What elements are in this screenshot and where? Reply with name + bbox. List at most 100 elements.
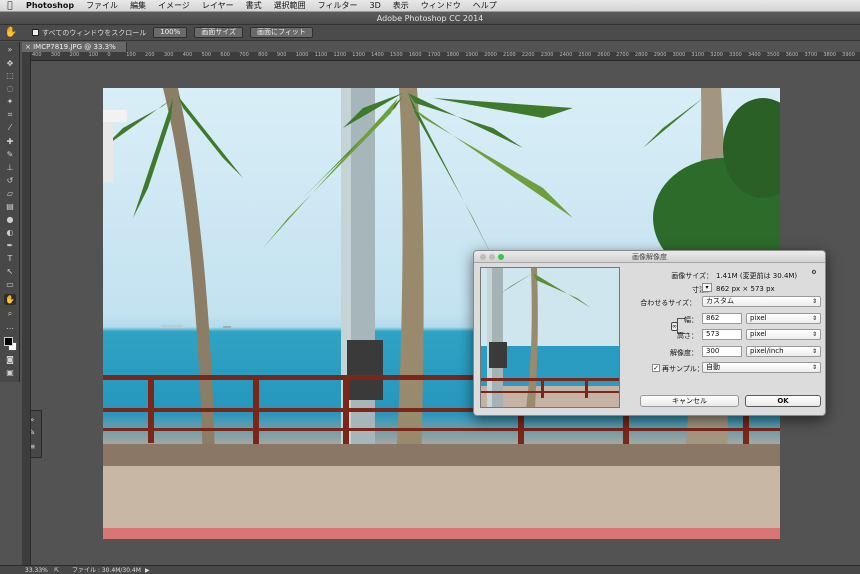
eraser-tool-icon[interactable]: ▱ [4,188,16,199]
ruler-tick-label: 3300 [729,52,742,58]
image-size-label: 画像サイズ： [671,272,713,280]
type-tool-icon[interactable]: T [4,253,16,264]
options-bar: ✋ すべてのウィンドウをスクロール 100% 画面サイズ 画面にフィット [0,25,860,41]
move-tool-icon[interactable]: ✥ [4,58,16,69]
fit-to-label: 合わせるサイズ： [640,299,696,307]
chevron-updown-icon: ⇕ [811,348,817,355]
resolution-unit-select[interactable]: pixel/inch ⇕ [746,346,821,357]
ok-button[interactable]: OK [745,395,821,407]
eyedropper-icon[interactable]: ⁄ [4,122,16,133]
ruler-tick-label: 0 [107,52,111,58]
ruler-tick-label: 3800 [823,52,837,58]
share-icon[interactable]: ⇱ [54,566,59,574]
menu-app-name[interactable]: Photoshop [20,1,80,10]
zoom-window-button[interactable] [498,254,504,260]
close-tab-icon[interactable]: × [25,43,33,51]
horizontal-ruler[interactable]: 400 300 200 100 0 100 200 300 400 500 600 700 800 900… [31,52,860,61]
window-title: Adobe Photoshop CC 2014 [0,12,860,25]
ruler-tick-label: 1900 [465,52,479,58]
close-window-button[interactable] [480,254,486,260]
chevron-updown-icon: ⇕ [811,315,817,322]
dodge-tool-icon[interactable]: ◐ [4,227,16,238]
ruler-tick-label: 2700 [616,52,629,58]
image-preview[interactable] [480,267,620,408]
resample-value: 自動 [706,363,720,371]
resample-checkbox[interactable]: ✓ [652,364,660,372]
apple-icon[interactable]:  [0,1,20,11]
more-tools-icon[interactable]: … [4,321,16,332]
hand-tool-icon[interactable]: ✋ [0,27,22,38]
pen-tool-icon[interactable]: ✒ [4,240,16,251]
lasso-tool-icon[interactable]: ◌ [4,83,16,94]
minimize-window-button[interactable] [489,254,495,260]
zoom-100-button[interactable]: 100% [153,27,188,38]
blur-tool-icon[interactable]: ● [4,214,16,225]
stamp-tool-icon[interactable]: ⊥ [4,162,16,173]
foreground-color-swatch[interactable] [4,337,13,346]
menu-view[interactable]: 表示 [387,0,415,11]
width-input[interactable]: 862 [702,313,742,324]
link-icon[interactable]: ∞ [671,322,678,331]
screen-mode-icon[interactable]: ▣ [4,367,16,378]
menu-3d[interactable]: 3D [364,1,387,10]
ruler-tick-label: 1700 [427,52,441,58]
ruler-tick-label: 3500 [766,52,780,58]
width-unit-select[interactable]: pixel ⇕ [746,313,821,324]
ruler-tick-label: 2800 [634,52,648,58]
collapse-icon[interactable]: » [4,44,16,55]
dimensions-unit-dropdown-icon[interactable]: ▾ [702,283,712,292]
zoom-tool-icon[interactable]: ⌕ [4,308,16,319]
ruler-tick-label: 800 [258,52,268,58]
ruler-tick-label: 1800 [446,52,460,58]
ruler-tick-label: 700 [239,52,249,58]
menu-type[interactable]: 書式 [240,0,268,11]
quick-mask-icon[interactable]: ◙ [4,354,16,365]
ruler-tick-label: 1500 [389,52,403,58]
scroll-all-label: すべてのウィンドウをスクロール [42,28,147,37]
tools-panel: » ✥ ⬚ ◌ ✦ ⌗ ⁄ ✚ ✎ ⊥ ↺ ▱ ▤ ● ◐ ✒ T ↖ ▭ ✋ … [0,42,20,382]
height-unit-select[interactable]: pixel ⇕ [746,329,821,340]
ruler-tick-label: 200 [69,52,80,58]
menu-layer[interactable]: レイヤー [196,0,240,11]
ruler-tick-label: 200 [145,52,155,58]
cancel-button[interactable]: キャンセル [640,395,739,407]
width-unit-value: pixel [750,314,767,322]
vertical-ruler[interactable] [22,52,31,565]
fit-screen-button[interactable]: 画面サイズ [194,27,244,38]
brush-tool-icon[interactable]: ✎ [4,149,16,160]
document-tab[interactable]: × IMCP7819.JPG @ 33.3% (RGB/8) [22,42,127,61]
menu-file[interactable]: ファイル [80,0,124,11]
shape-tool-icon[interactable]: ▭ [4,279,16,290]
gradient-tool-icon[interactable]: ▤ [4,201,16,212]
magic-wand-icon[interactable]: ✦ [4,96,16,107]
ruler-tick-label: 900 [276,52,287,58]
resample-select[interactable]: 自動 ⇕ [702,362,821,373]
ruler-tick-label: 1300 [352,52,366,58]
menu-select[interactable]: 選択範囲 [268,0,312,11]
menu-edit[interactable]: 編集 [124,0,152,11]
scroll-all-checkbox[interactable] [32,29,39,36]
fit-to-select[interactable]: カスタム ⇕ [702,296,821,307]
ruler-tick-label: 300 [50,52,61,58]
healing-brush-icon[interactable]: ✚ [4,136,16,147]
hand-tool-icon[interactable]: ✋ [4,294,16,305]
ruler-tick-label: 100 [88,52,99,58]
fill-screen-button[interactable]: 画面にフィット [250,27,313,38]
marquee-tool-icon[interactable]: ⬚ [4,70,16,81]
height-input[interactable]: 573 [702,329,742,340]
status-menu-arrow-icon[interactable]: ▶ [145,566,150,574]
menu-filter[interactable]: フィルター [312,0,364,11]
file-info: ファイル : 30.4M/30.4M [72,567,141,574]
ruler-tick-label: 2200 [521,52,535,58]
chevron-updown-icon: ⇕ [811,298,817,305]
resolution-input[interactable]: 300 [702,346,742,357]
resolution-unit-value: pixel/inch [750,347,784,355]
history-brush-icon[interactable]: ↺ [4,175,16,186]
path-select-icon[interactable]: ↖ [4,266,16,277]
gear-icon[interactable]: ⚙ [809,269,819,278]
menu-help[interactable]: ヘルプ [467,0,503,11]
zoom-level[interactable]: 33.33% [25,566,48,574]
menu-image[interactable]: イメージ [152,0,196,11]
crop-tool-icon[interactable]: ⌗ [4,109,16,120]
menu-window[interactable]: ウィンドウ [415,0,467,11]
